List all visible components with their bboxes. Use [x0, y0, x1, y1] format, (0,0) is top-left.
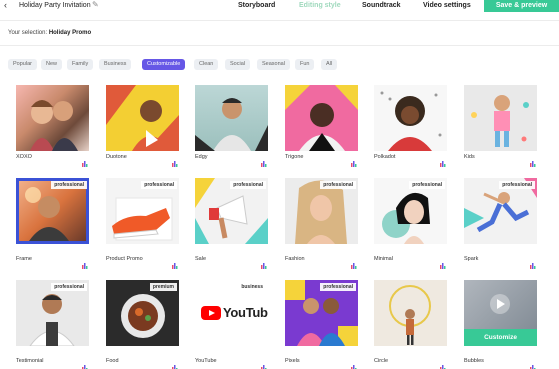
bar-chart-icon: [530, 256, 536, 269]
style-card-product-promo[interactable]: professional: [106, 178, 179, 244]
bar-chart-icon: [82, 358, 88, 369]
filter-all[interactable]: All: [321, 59, 338, 70]
style-thumbnail: [374, 85, 447, 151]
filter-new[interactable]: New: [41, 59, 63, 70]
selection-bar: Your selection: Holiday Promo: [0, 20, 559, 46]
style-card-xoxo[interactable]: [16, 85, 89, 151]
professional-badge: professional: [230, 181, 266, 189]
professional-badge: professional: [51, 181, 87, 189]
style-name-xoxo: XOXO: [16, 154, 32, 160]
nav-video-settings[interactable]: Video settings: [423, 1, 471, 10]
style-card-polkadot[interactable]: [374, 85, 447, 151]
style-card-sale[interactable]: professional: [195, 178, 268, 244]
style-card-frame[interactable]: professional: [16, 178, 89, 244]
style-name-duotone: Duotone: [106, 154, 127, 160]
filter-popular[interactable]: Popular: [8, 59, 37, 70]
bar-chart-icon: [172, 154, 178, 167]
style-name-bubbles: Bubbles: [464, 358, 484, 364]
professional-badge: professional: [51, 283, 87, 291]
style-name-spark: Spark: [464, 256, 479, 262]
style-thumbnail: [285, 85, 358, 151]
bar-chart-icon: [82, 154, 88, 167]
style-card-kids[interactable]: [464, 85, 537, 151]
nav-editing-style[interactable]: Editing style: [299, 1, 341, 10]
bar-chart-icon: [172, 256, 178, 269]
style-name-minimal: Minimal: [374, 256, 393, 262]
save-preview-button[interactable]: Save & preview: [484, 0, 559, 12]
filter-business[interactable]: Business: [99, 59, 132, 70]
customize-button[interactable]: Customize: [464, 329, 537, 346]
bar-chart-icon: [261, 154, 267, 167]
chevron-left-icon[interactable]: ‹: [4, 0, 7, 11]
bar-chart-icon: [530, 358, 536, 369]
style-name-frame: Frame: [16, 256, 32, 262]
style-card-trigone[interactable]: [285, 85, 358, 151]
style-name-product-promo: Product Promo: [106, 256, 143, 262]
professional-badge: professional: [320, 181, 356, 189]
professional-badge: professional: [409, 181, 445, 189]
style-name-youtube: YouTube: [195, 358, 217, 364]
style-card-food[interactable]: premium: [106, 280, 179, 346]
style-name-circle: Circle: [374, 358, 389, 364]
style-name-trigone: Trigone: [285, 154, 304, 160]
style-name-testimonial: Testimonial: [16, 358, 44, 364]
bar-chart-icon: [440, 358, 446, 369]
style-thumbnail: [374, 280, 447, 346]
filter-clean[interactable]: Clean: [194, 59, 219, 70]
bar-chart-icon: [172, 358, 178, 369]
filter-family[interactable]: Family: [67, 59, 94, 70]
style-name-polkadot: Polkadot: [374, 154, 396, 160]
business-badge: business: [238, 283, 266, 291]
project-title[interactable]: Holiday Party Invitation: [19, 1, 91, 10]
premium-badge: premium: [149, 283, 177, 291]
filter-customizable[interactable]: Customizable: [142, 59, 186, 70]
professional-badge: professional: [499, 181, 535, 189]
style-card-duotone[interactable]: [106, 85, 179, 151]
pencil-icon[interactable]: ✎: [92, 0, 99, 10]
selection-label: Your selection:: [8, 30, 48, 36]
nav-soundtrack[interactable]: Soundtrack: [362, 1, 401, 10]
style-name-pixels: Pixels: [285, 358, 300, 364]
style-card-fashion[interactable]: professional: [285, 178, 358, 244]
style-name-fashion: Fashion: [285, 256, 305, 262]
style-thumbnail: [195, 85, 268, 151]
nav-storyboard[interactable]: Storyboard: [238, 1, 275, 10]
bar-chart-icon: [440, 256, 446, 269]
style-thumbnail: [464, 85, 537, 151]
selection-value: Holiday Promo: [48, 30, 92, 36]
youtube-logo: YouTube: [201, 305, 268, 321]
style-card-youtube[interactable]: YouTube business: [195, 280, 268, 346]
bar-chart-icon: [440, 154, 446, 167]
professional-badge: professional: [320, 283, 356, 291]
style-card-circle[interactable]: [374, 280, 447, 346]
youtube-logo-text: YouTube: [223, 305, 268, 320]
style-card-spark[interactable]: professional: [464, 178, 537, 244]
top-bar: ‹ Holiday Party Invitation ✎ Storyboard …: [0, 0, 559, 13]
style-name-edgy: Edgy: [195, 154, 208, 160]
professional-badge: professional: [141, 181, 177, 189]
bar-chart-icon: [261, 256, 267, 269]
style-thumbnail: [106, 85, 179, 151]
play-icon: [201, 306, 221, 320]
bar-chart-icon: [530, 154, 536, 167]
style-card-testimonial[interactable]: professional: [16, 280, 89, 346]
style-name-food: Food: [106, 358, 119, 364]
selection-text: Your selection: Holiday Promo: [8, 29, 91, 37]
style-card-minimal[interactable]: professional: [374, 178, 447, 244]
style-card-edgy[interactable]: [195, 85, 268, 151]
style-name-sale: Sale: [195, 256, 207, 262]
filter-social[interactable]: Social: [225, 59, 250, 70]
bar-chart-icon: [351, 256, 357, 269]
bar-chart-icon: [351, 358, 357, 369]
filter-fun[interactable]: Fun: [295, 59, 315, 70]
style-name-kids: Kids: [464, 154, 475, 160]
bar-chart-icon: [351, 154, 357, 167]
style-card-bubbles[interactable]: Customize: [464, 280, 537, 346]
bar-chart-icon: [261, 358, 267, 369]
style-thumbnail: [16, 85, 89, 151]
filter-seasonal[interactable]: Seasonal: [257, 59, 290, 70]
bar-chart-icon: [82, 256, 88, 269]
style-card-pixels[interactable]: professional: [285, 280, 358, 346]
